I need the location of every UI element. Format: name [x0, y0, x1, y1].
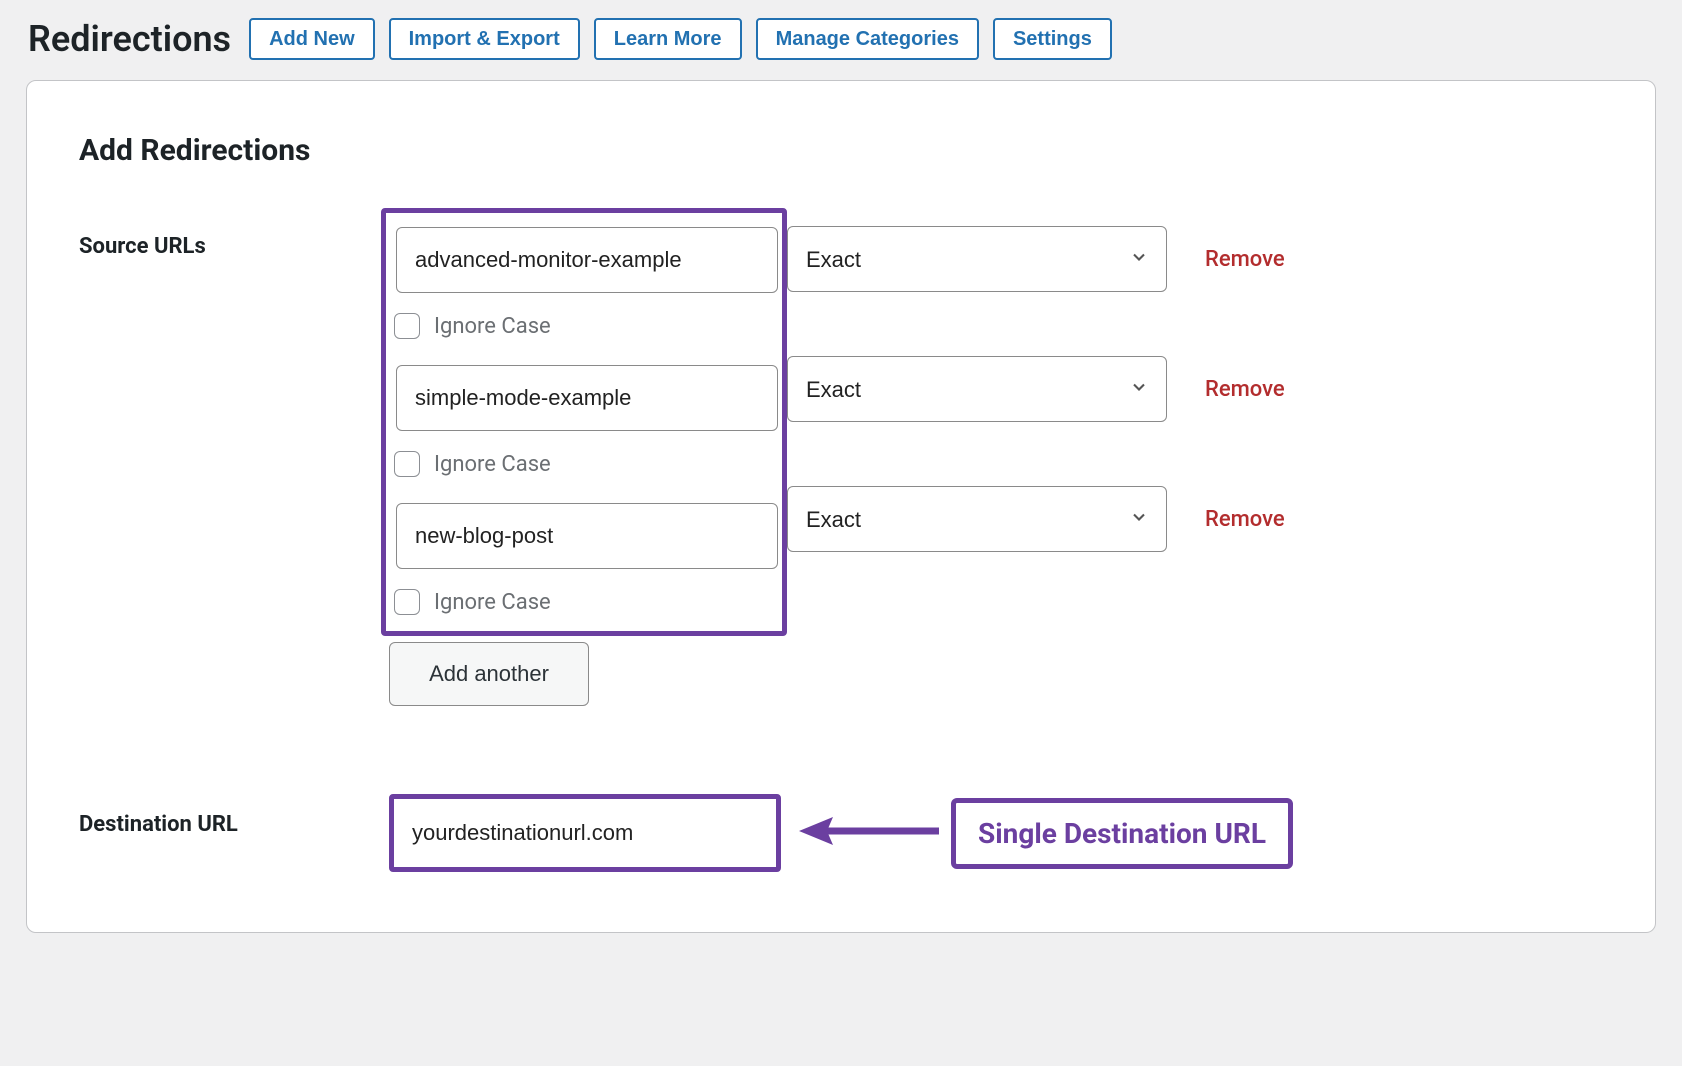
source-url-input[interactable] — [396, 227, 778, 293]
ignore-case-label: Ignore Case — [434, 452, 551, 477]
manage-categories-button[interactable]: Manage Categories — [756, 18, 979, 60]
destination-url-highlight — [389, 794, 781, 872]
learn-more-button[interactable]: Learn More — [594, 18, 742, 60]
arrow-left-icon — [799, 811, 939, 855]
destination-url-input[interactable] — [398, 803, 772, 863]
match-type-select[interactable]: Exact — [787, 226, 1167, 292]
page-title: Redirections — [28, 18, 231, 60]
add-another-button[interactable]: Add another — [389, 642, 589, 706]
page-header: Redirections Add New Import & Export Lea… — [0, 0, 1682, 80]
source-urls-label: Source URLs — [79, 216, 389, 259]
destination-url-row: Destination URL Single Destination URL — [79, 794, 1603, 872]
match-type-select[interactable]: Exact — [787, 356, 1167, 422]
source-url-input[interactable] — [396, 365, 778, 431]
import-export-button[interactable]: Import & Export — [389, 18, 580, 60]
remove-source-link[interactable]: Remove — [1205, 247, 1285, 272]
settings-button[interactable]: Settings — [993, 18, 1112, 60]
add-new-button[interactable]: Add New — [249, 18, 375, 60]
panel-title: Add Redirections — [79, 133, 1603, 168]
destination-url-label: Destination URL — [79, 794, 389, 837]
source-urls-row: Source URLs Ignore Case — [79, 216, 1603, 706]
source-urls-highlight: Ignore Case Ignore Case — [381, 208, 787, 636]
ignore-case-label: Ignore Case — [434, 314, 551, 339]
remove-source-link[interactable]: Remove — [1205, 377, 1285, 402]
ignore-case-checkbox[interactable] — [394, 451, 420, 477]
add-redirections-panel: Add Redirections Source URLs Ignore Case — [26, 80, 1656, 933]
ignore-case-checkbox[interactable] — [394, 589, 420, 615]
source-url-input[interactable] — [396, 503, 778, 569]
single-destination-callout: Single Destination URL — [951, 798, 1293, 869]
match-type-select[interactable]: Exact — [787, 486, 1167, 552]
remove-source-link[interactable]: Remove — [1205, 507, 1285, 532]
ignore-case-checkbox[interactable] — [394, 313, 420, 339]
ignore-case-label: Ignore Case — [434, 590, 551, 615]
